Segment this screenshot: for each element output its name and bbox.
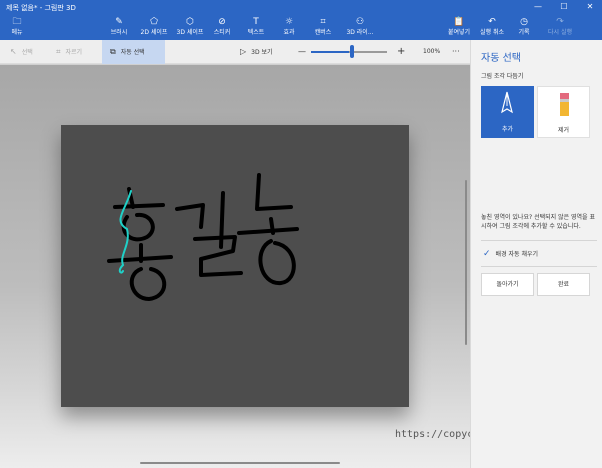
eraser-icon	[560, 93, 569, 116]
tool-effects[interactable]: ☼ 효과	[275, 16, 303, 40]
tool-stickers[interactable]: ⊘ 스티커	[206, 16, 238, 40]
ribbon-toolbar: 🗀 메뉴 ✎ 브러시 ⬠ 2D 셰이프 ⬡ 3D 셰이프 ⊘ 스티커 T 텍스트…	[0, 14, 602, 40]
brush-icon: ✎	[115, 17, 123, 27]
tool-3d-library[interactable]: ⚇ 3D 라이...	[340, 16, 380, 40]
magic-select-tool[interactable]: ⧉ 자동 선택	[102, 40, 165, 64]
checkmark-icon: ✓	[483, 249, 491, 259]
remove-tool-tile[interactable]: 제거	[537, 86, 590, 138]
canvas-icon: ⌗	[320, 17, 326, 27]
tool-canvas[interactable]: ⌗ 캔버스	[307, 16, 339, 40]
pen-icon	[501, 91, 513, 114]
window-title: 제목 없음* - 그림판 3D	[6, 4, 76, 12]
paste-icon: 📋	[453, 17, 465, 27]
tool-brushes[interactable]: ✎ 브러시	[103, 16, 135, 40]
done-button[interactable]: 완료	[537, 273, 590, 296]
drawing-canvas[interactable]	[61, 125, 409, 407]
text-icon: T	[253, 17, 259, 27]
panel-subtitle: 그림 조각 다듬기	[481, 73, 524, 80]
redo-button[interactable]: ↷ 다시 실행	[542, 16, 578, 40]
zoom-slider[interactable]	[311, 51, 387, 53]
zoom-in-button[interactable]: +	[397, 40, 405, 64]
effects-icon: ☼	[284, 17, 294, 27]
title-bar: 제목 없음* - 그림판 3D — ☐ ✕	[0, 0, 602, 14]
sticker-icon: ⊘	[218, 17, 226, 27]
redo-icon: ↷	[556, 17, 564, 27]
autofill-background-toggle[interactable]: ✓ 배경 자동 채우기	[483, 249, 538, 259]
divider	[481, 266, 597, 267]
tool-text[interactable]: T 텍스트	[240, 16, 272, 40]
tool-2d-shapes[interactable]: ⬠ 2D 셰이프	[136, 16, 172, 40]
tool-3d-shapes[interactable]: ⬡ 3D 셰이프	[172, 16, 208, 40]
paste-button[interactable]: 📋 붙여넣기	[444, 16, 474, 40]
divider	[481, 240, 597, 241]
zoom-out-button[interactable]: —	[298, 40, 306, 64]
view-3d-button[interactable]: ▷ 3D 보기	[240, 40, 273, 64]
zoom-value: 100%	[423, 48, 441, 55]
zoom-slider-fill	[311, 51, 349, 53]
more-options-button[interactable]: ···	[452, 40, 460, 64]
maximize-button[interactable]: ☐	[552, 0, 576, 14]
crop-icon: ⌗	[56, 47, 61, 56]
history-button[interactable]: ◷ 기록	[512, 16, 536, 40]
back-button[interactable]: 돌아가기	[481, 273, 534, 296]
minimize-button[interactable]: —	[526, 0, 550, 14]
horizontal-scrollbar[interactable]	[140, 462, 340, 464]
close-button[interactable]: ✕	[578, 0, 602, 14]
undo-icon: ↶	[488, 17, 496, 27]
crop-tool[interactable]: ⌗ 자르기	[56, 40, 82, 64]
cursor-icon: ↖	[10, 47, 17, 56]
panel-description: 놓친 영역이 있나요? 선택되지 않은 영역을 표시하여 그림 조각에 추가할 …	[481, 214, 595, 230]
sub-toolbar: ↖ 선택 ⌗ 자르기 ⧉ 자동 선택 ▷ 3D 보기 — + 100% ···	[0, 40, 470, 64]
panel-title: 자동 선택	[481, 53, 521, 64]
magic-select-panel: 자동 선택 그림 조각 다듬기 추가 제거 놓친 영역이 있나요? 선택되지 않…	[470, 40, 602, 468]
handwriting-drawing	[107, 173, 299, 301]
history-icon: ◷	[520, 17, 528, 27]
3d-shapes-icon: ⬡	[186, 17, 194, 27]
zoom-slider-thumb[interactable]	[350, 45, 354, 58]
add-tool-tile[interactable]: 추가	[481, 86, 534, 138]
view-3d-icon: ▷	[240, 47, 247, 56]
2d-shapes-icon: ⬠	[150, 17, 158, 27]
folder-icon: 🗀	[12, 17, 22, 27]
vertical-scrollbar[interactable]	[465, 180, 467, 345]
magic-select-icon: ⧉	[110, 47, 116, 56]
3d-library-icon: ⚇	[355, 17, 365, 27]
undo-button[interactable]: ↶ 실행 취소	[476, 16, 508, 40]
select-tool[interactable]: ↖ 선택	[10, 40, 33, 64]
menu-button[interactable]: 🗀 메뉴	[4, 16, 30, 40]
